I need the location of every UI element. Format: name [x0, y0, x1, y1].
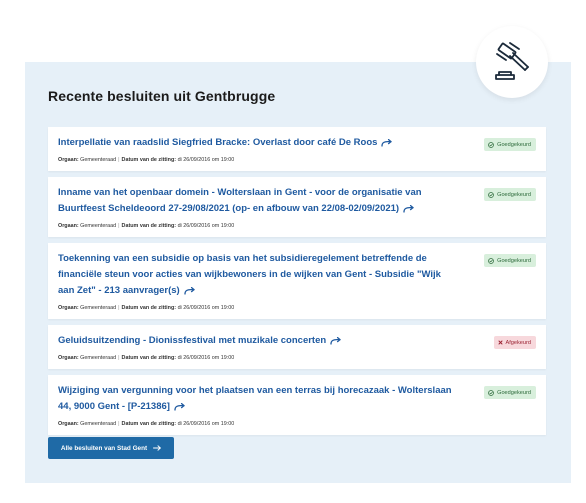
- meta-separator: |: [118, 421, 120, 427]
- status-label: Goedgekeurd: [497, 141, 531, 148]
- organ-value: Gemeenteraad: [80, 157, 117, 163]
- check-circle-icon: [488, 191, 494, 198]
- decision-meta: Orgaan: Gemeenteraad | Datum van de zittin…: [58, 354, 456, 362]
- organ-value: Gemeenteraad: [80, 223, 117, 229]
- date-label: Datum van de zitting:: [121, 421, 177, 427]
- date-value: di 26/09/2016 om 19:00: [177, 421, 235, 427]
- status-badge: Goedgekeurd: [484, 188, 536, 201]
- decision-card: Geluidsuitzending - Dionissfestival met …: [48, 325, 546, 369]
- status-badge: Goedgekeurd: [484, 386, 536, 399]
- organ-label: Orgaan:: [58, 421, 79, 427]
- decision-title: Interpellatie van raadslid Siegfried Bra…: [58, 137, 378, 148]
- date-label: Datum van de zitting:: [121, 305, 177, 311]
- external-link-icon: [330, 335, 341, 351]
- decision-title: Toekenning van een subsidie op basis van…: [58, 253, 441, 296]
- decision-list: Interpellatie van raadslid Siegfried Bra…: [48, 127, 546, 441]
- decision-card: Interpellatie van raadslid Siegfried Bra…: [48, 127, 546, 171]
- date-value: di 26/09/2016 om 19:00: [177, 355, 235, 361]
- all-decisions-button[interactable]: Alle besluiten van Stad Gent: [48, 437, 174, 459]
- decision-meta: Orgaan: Gemeenteraad | Datum van de zittin…: [58, 156, 456, 164]
- all-decisions-label: Alle besluiten van Stad Gent: [60, 444, 148, 452]
- date-value: di 26/09/2016 om 19:00: [177, 305, 235, 311]
- organ-label: Orgaan:: [58, 157, 79, 163]
- status-label: Goedgekeurd: [497, 257, 531, 264]
- check-circle-icon: [488, 389, 494, 396]
- check-circle-icon: [488, 257, 494, 264]
- decision-title-link[interactable]: Geluidsuitzending - Dionissfestival met …: [58, 333, 456, 351]
- date-label: Datum van de zitting:: [121, 157, 177, 163]
- organ-label: Orgaan:: [58, 355, 79, 361]
- date-label: Datum van de zitting:: [121, 223, 177, 229]
- date-label: Datum van de zitting:: [121, 355, 177, 361]
- decision-card: Inname van het openbaar domein - Wolters…: [48, 177, 546, 237]
- external-link-icon: [184, 285, 195, 301]
- decision-title-link[interactable]: Inname van het openbaar domein - Wolters…: [58, 185, 456, 219]
- gavel-badge: [476, 26, 548, 98]
- decision-title: Wijziging van vergunning voor het plaats…: [58, 385, 452, 412]
- date-value: di 26/09/2016 om 19:00: [177, 157, 235, 163]
- organ-value: Gemeenteraad: [80, 355, 117, 361]
- decision-card: Toekenning van een subsidie op basis van…: [48, 243, 546, 319]
- status-badge: Goedgekeurd: [484, 254, 536, 267]
- arrow-right-icon: [153, 445, 161, 451]
- decision-title: Geluidsuitzending - Dionissfestival met …: [58, 335, 327, 346]
- organ-value: Gemeenteraad: [80, 305, 117, 311]
- meta-separator: |: [118, 355, 120, 361]
- gavel-icon: [495, 42, 529, 80]
- status-label: Afgekeurd: [505, 339, 532, 346]
- external-link-icon: [381, 137, 393, 153]
- decision-meta: Orgaan: Gemeenteraad | Datum van de zittin…: [58, 304, 456, 312]
- external-link-icon: [403, 203, 414, 219]
- organ-label: Orgaan:: [58, 305, 79, 311]
- meta-separator: |: [118, 223, 120, 229]
- check-circle-icon: [488, 141, 494, 148]
- decision-title-link[interactable]: Wijziging van vergunning voor het plaats…: [58, 383, 456, 417]
- decision-card: Wijziging van vergunning voor het plaats…: [48, 375, 546, 435]
- meta-separator: |: [118, 305, 120, 311]
- section-heading: Recente besluiten uit Gentbrugge: [48, 88, 276, 104]
- decision-meta: Orgaan: Gemeenteraad | Datum van de zittin…: [58, 420, 456, 428]
- status-label: Goedgekeurd: [497, 389, 531, 396]
- close-icon: [498, 340, 503, 345]
- status-label: Goedgekeurd: [497, 191, 531, 198]
- meta-separator: |: [118, 157, 120, 163]
- external-link-icon: [174, 401, 185, 417]
- decision-title-link[interactable]: Interpellatie van raadslid Siegfried Bra…: [58, 135, 456, 153]
- decision-title: Inname van het openbaar domein - Wolters…: [58, 187, 422, 214]
- date-value: di 26/09/2016 om 19:00: [177, 223, 235, 229]
- decision-meta: Orgaan: Gemeenteraad | Datum van de zittin…: [58, 222, 456, 230]
- status-badge: Goedgekeurd: [484, 138, 536, 151]
- status-badge: Afgekeurd: [493, 336, 536, 349]
- organ-label: Orgaan:: [58, 223, 79, 229]
- organ-value: Gemeenteraad: [80, 421, 117, 427]
- decision-title-link[interactable]: Toekenning van een subsidie op basis van…: [58, 251, 456, 301]
